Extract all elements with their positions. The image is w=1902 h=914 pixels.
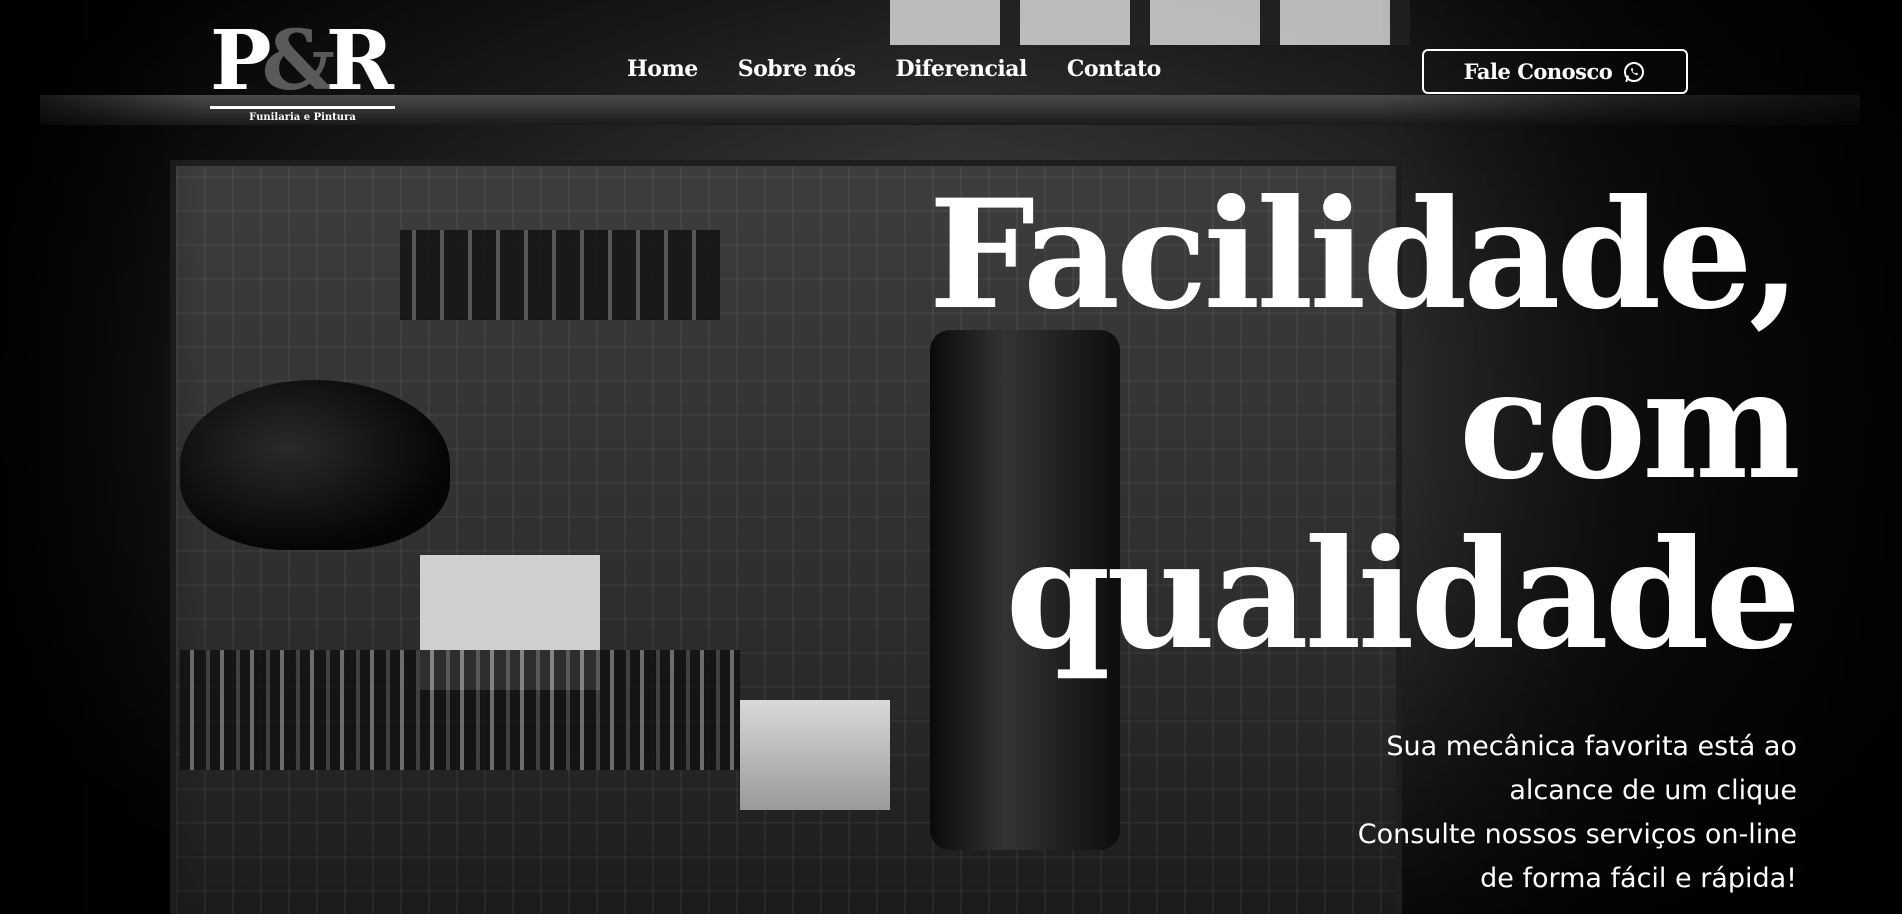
- nav-diferencial[interactable]: Diferencial: [896, 56, 1028, 82]
- logo-letter-left: P: [210, 13, 272, 109]
- logo-tagline: Funilaria e Pintura: [249, 112, 356, 123]
- hero-headline: Facilidade, com qualidade: [897, 167, 1802, 683]
- headline-line-3: qualidade: [1005, 507, 1802, 683]
- contact-button[interactable]: Fale Conosco: [1422, 49, 1688, 94]
- logo-underline: [210, 106, 395, 109]
- background-tool-rack: [400, 230, 720, 320]
- hero-subtext: Sua mecânica favorita está ao alcance de…: [1237, 725, 1797, 901]
- logo-mark: P&R: [210, 18, 395, 104]
- background-screwdrivers: [180, 650, 740, 770]
- whatsapp-icon: [1624, 61, 1645, 82]
- subtext-line-2: alcance de um clique: [1509, 775, 1797, 806]
- subtext-line-3: Consulte nossos serviços on-line: [1357, 819, 1797, 850]
- subtext-line-1: Sua mecânica favorita está ao: [1386, 731, 1797, 762]
- logo[interactable]: P&R Funilaria e Pintura: [210, 18, 395, 128]
- background-lamp: [180, 380, 450, 550]
- background-cups: [740, 700, 890, 810]
- background-vignette-left: [0, 0, 200, 914]
- logo-letter-right: R: [325, 13, 394, 109]
- subtext-line-4: de forma fácil e rápida!: [1480, 863, 1797, 894]
- logo-ampersand: &: [261, 13, 336, 109]
- main-nav: Home Sobre nós Diferencial Contato: [627, 56, 1201, 82]
- headline-line-2: com: [1458, 337, 1801, 513]
- headline-line-1: Facilidade,: [928, 167, 1801, 343]
- background-jars: [890, 0, 1410, 45]
- hero-section: P&R Funilaria e Pintura Home Sobre nós D…: [0, 0, 1902, 914]
- contact-button-label: Fale Conosco: [1463, 59, 1613, 84]
- nav-contato[interactable]: Contato: [1067, 56, 1161, 82]
- nav-home[interactable]: Home: [627, 56, 698, 82]
- nav-sobre-nos[interactable]: Sobre nós: [738, 56, 856, 82]
